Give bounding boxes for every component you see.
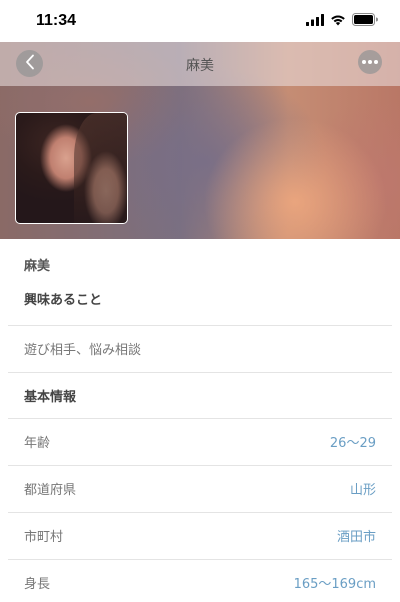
status-icons (306, 11, 378, 30)
info-row-prefecture: 都道府県 山形 (0, 465, 400, 512)
page-title: 麻美 (186, 58, 214, 74)
more-dot (368, 60, 372, 64)
more-dot (374, 60, 378, 64)
info-row-age: 年齢 26～29 (0, 418, 400, 465)
info-row-city: 市町村 酒田市 (0, 512, 400, 559)
more-button[interactable] (358, 50, 382, 74)
avatar[interactable] (15, 112, 128, 224)
status-time: 11:34 (36, 12, 77, 29)
info-row-label: 市町村 (24, 530, 64, 545)
interests-heading: 興味あること (24, 293, 103, 308)
navbar: 麻美 (0, 42, 400, 86)
profile-details: 麻美 興味あること 遊び相手、悩み相談 基本情報 年齢 26～29 都道府県 山… (0, 239, 400, 602)
signal-icon (306, 11, 324, 30)
info-row-label: 年齢 (24, 436, 51, 451)
battery-icon (352, 11, 378, 30)
interests-value-row: 遊び相手、悩み相談 (0, 325, 400, 372)
avatar-photo-detail (74, 113, 127, 223)
info-row-value: 山形 (349, 483, 376, 498)
status-bar: 11:34 (0, 0, 400, 42)
info-row-height: 身長 165～169cm (0, 559, 400, 602)
basic-info-heading: 基本情報 (0, 372, 400, 418)
info-row-label: 都道府県 (24, 483, 77, 498)
info-row-label: 身長 (24, 577, 51, 592)
interests-value: 遊び相手、悩み相談 (24, 343, 142, 358)
info-row-value: 26～29 (329, 436, 376, 451)
profile-name: 麻美 (24, 258, 51, 274)
info-row-value: 165～169cm (293, 577, 376, 592)
info-row-value: 酒田市 (336, 530, 376, 545)
more-dots-icon (362, 60, 366, 64)
wifi-icon (330, 11, 346, 30)
